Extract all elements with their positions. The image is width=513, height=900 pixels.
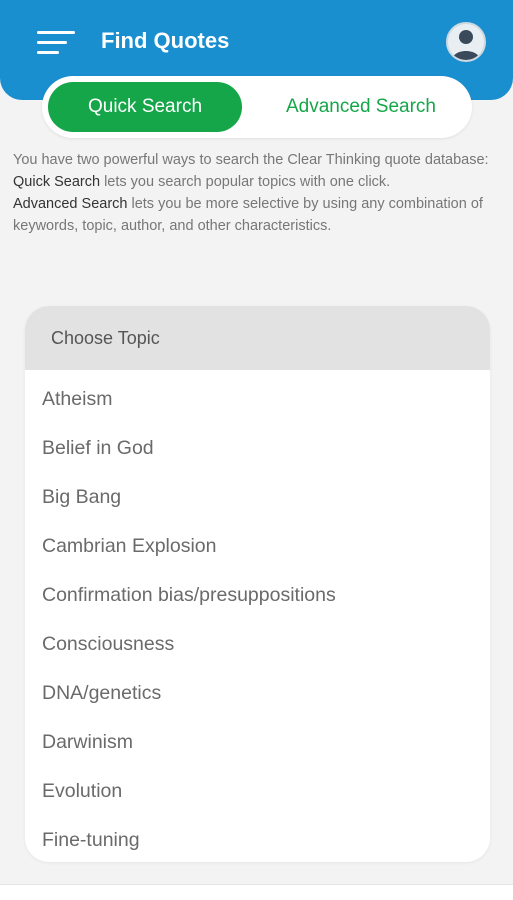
bottom-bar (0, 884, 513, 900)
topic-item[interactable]: Atheism (25, 375, 490, 424)
advanced-search-term: Advanced Search (13, 196, 128, 212)
intro-line1: You have two powerful ways to search the… (13, 152, 489, 168)
topic-item[interactable]: Big Bang (25, 473, 490, 522)
topic-item[interactable]: Cambrian Explosion (25, 522, 490, 571)
intro-text: You have two powerful ways to search the… (13, 149, 503, 237)
topic-item[interactable]: Belief in God (25, 424, 490, 473)
tab-advanced-search[interactable]: Advanced Search (258, 82, 464, 132)
quick-search-term: Quick Search (13, 174, 101, 190)
topic-item[interactable]: DNA/genetics (25, 669, 490, 718)
choose-topic-header: Choose Topic (25, 306, 490, 370)
topic-item[interactable]: Darwinism (25, 718, 490, 767)
tab-quick-search[interactable]: Quick Search (48, 82, 242, 132)
topic-item[interactable]: Fine-tuning (25, 816, 490, 862)
page-title: Find Quotes (101, 28, 230, 53)
search-tabs: Quick Search Advanced Search (42, 76, 472, 138)
topic-list-card: Choose Topic Atheism Belief in God Big B… (25, 306, 490, 862)
quick-search-desc: lets you search popular topics with one … (100, 174, 391, 190)
topic-item[interactable]: Confirmation bias/presuppositions (25, 571, 490, 620)
topic-list: Atheism Belief in God Big Bang Cambrian … (25, 370, 490, 862)
user-avatar-icon[interactable] (446, 22, 486, 62)
topic-item[interactable]: Consciousness (25, 620, 490, 669)
hamburger-menu-icon[interactable] (37, 31, 75, 55)
topic-item[interactable]: Evolution (25, 767, 490, 816)
